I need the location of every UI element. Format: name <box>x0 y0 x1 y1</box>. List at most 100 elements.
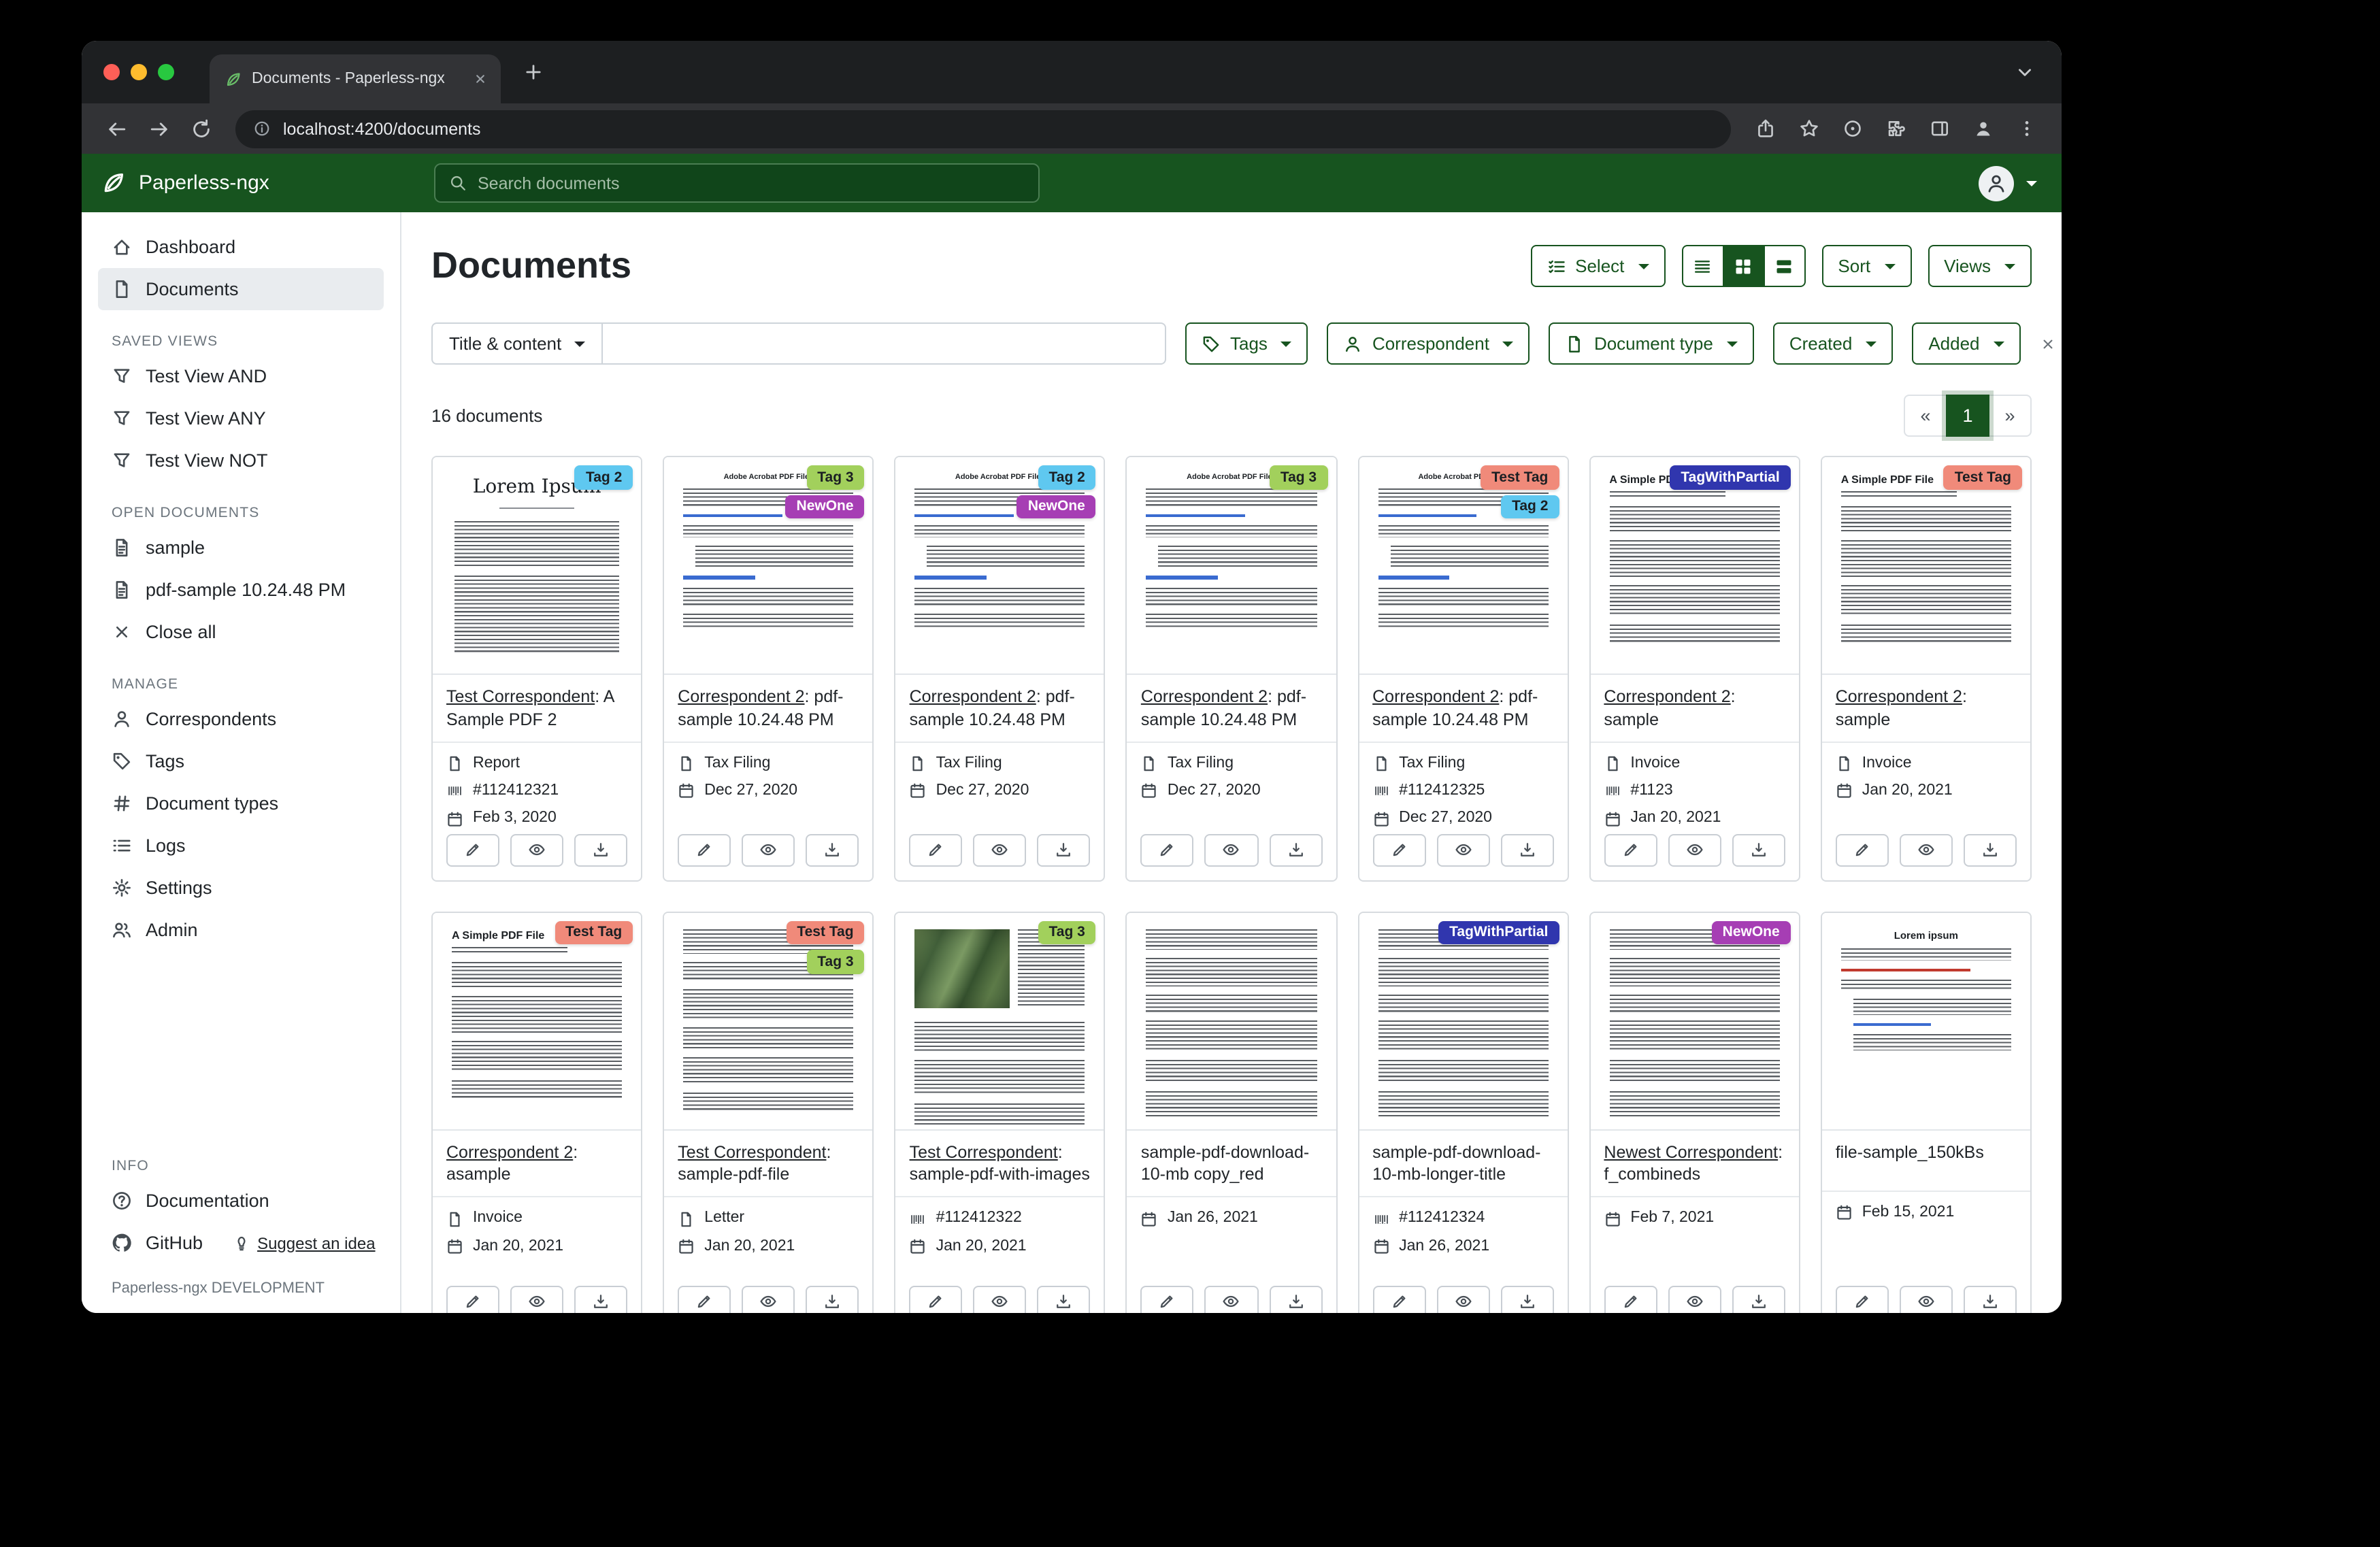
edit-document-button[interactable] <box>1141 1285 1194 1313</box>
document-card[interactable]: A Simple PDF FileTagWithPartialCorrespon… <box>1589 456 1800 881</box>
view-document-button[interactable] <box>974 1285 1027 1313</box>
filter-field-dropdown[interactable]: Title & content <box>431 322 602 365</box>
filter-tags-button[interactable]: Tags <box>1185 322 1308 365</box>
share-button[interactable] <box>1747 110 1784 147</box>
browser-tab[interactable]: Documents - Paperless-ngx <box>210 54 501 103</box>
document-thumbnail[interactable]: NewOne <box>1590 912 1798 1130</box>
correspondent-link[interactable]: Correspondent 2 <box>1372 687 1499 706</box>
document-card[interactable]: Adobe Acrobat PDF FilesTag 3Corresponden… <box>1126 456 1337 881</box>
tag-badge[interactable]: NewOne <box>1712 920 1791 944</box>
tag-badge[interactable]: TagWithPartial <box>1670 465 1790 489</box>
correspondent-link[interactable]: Correspondent 2 <box>1836 687 1962 706</box>
sidebar-item-correspondents[interactable]: Correspondents <box>98 698 384 740</box>
sidebar-item-tags[interactable]: Tags <box>98 740 384 782</box>
global-search[interactable] <box>434 163 1040 203</box>
download-document-button[interactable] <box>1732 1285 1785 1313</box>
sidebar-item-sample[interactable]: sample <box>98 527 384 569</box>
sidebar-item-logs[interactable]: Logs <box>98 825 384 867</box>
close-window-button[interactable] <box>103 64 120 80</box>
document-thumbnail[interactable]: Adobe Acrobat PDF FilesTag 3 <box>1127 457 1336 675</box>
tag-badge[interactable]: Tag 3 <box>806 950 864 974</box>
view-document-button[interactable] <box>742 833 795 866</box>
sidebar-item-document-types[interactable]: Document types <box>98 782 384 825</box>
tag-badge[interactable]: Tag 3 <box>1038 920 1096 944</box>
view-document-button[interactable] <box>1436 833 1489 866</box>
sidebar-item-test-view-not[interactable]: Test View NOT <box>98 439 384 482</box>
tag-badge[interactable]: Tag 2 <box>575 465 633 489</box>
sidebar-item-dashboard[interactable]: Dashboard <box>98 226 384 268</box>
edit-document-button[interactable] <box>678 833 731 866</box>
document-card[interactable]: Lorem ipsumfile-sample_150kBsFeb 15, 202… <box>1821 911 2032 1313</box>
download-document-button[interactable] <box>1038 833 1091 866</box>
filter-document-type-button[interactable]: Document type <box>1549 322 1754 365</box>
view-document-button[interactable] <box>510 833 563 866</box>
download-document-button[interactable] <box>1269 833 1322 866</box>
app-brand[interactable]: Paperless-ngx <box>82 170 401 196</box>
view-document-button[interactable] <box>1668 1285 1721 1313</box>
search-input[interactable] <box>478 173 1025 193</box>
tab-search-button[interactable] <box>2006 54 2043 90</box>
document-thumbnail[interactable]: Lorem ipsum <box>1822 912 2030 1130</box>
document-card[interactable]: TagWithPartialsample-pdf-download-10-mb-… <box>1357 911 1568 1313</box>
side-panel-button[interactable] <box>1921 110 1958 147</box>
document-thumbnail[interactable]: Tag 3 <box>896 912 1104 1130</box>
document-thumbnail[interactable]: Lorem IpsumTag 2 <box>433 457 641 675</box>
view-mode-list-button[interactable] <box>1681 245 1723 287</box>
profile-button[interactable] <box>1965 110 2002 147</box>
document-thumbnail[interactable]: Adobe Acrobat PDF FilesTest TagTag 2 <box>1359 457 1567 675</box>
tag-badge[interactable]: TagWithPartial <box>1438 920 1559 944</box>
back-button[interactable] <box>98 110 135 147</box>
document-thumbnail[interactable]: A Simple PDF FileTest Tag <box>1822 457 2030 675</box>
document-thumbnail[interactable]: Test Tag Tag 3 <box>664 912 872 1130</box>
filter-correspondent-button[interactable]: Correspondent <box>1327 322 1530 365</box>
document-thumbnail[interactable]: Adobe Acrobat PDF FilesTag 3NewOne <box>664 457 872 675</box>
filter-created-button[interactable]: Created <box>1773 322 1894 365</box>
site-info-icon[interactable] <box>253 120 271 137</box>
view-document-button[interactable] <box>974 833 1027 866</box>
sidebar-item-github[interactable]: GitHubSuggest an idea <box>98 1222 384 1264</box>
correspondent-link[interactable]: Correspondent 2 <box>446 1142 573 1161</box>
tag-badge[interactable]: Test Tag <box>1944 465 2022 489</box>
download-document-button[interactable] <box>806 1285 859 1313</box>
view-document-button[interactable] <box>1205 1285 1258 1313</box>
edit-document-button[interactable] <box>1372 833 1425 866</box>
menu-button[interactable] <box>2009 110 2045 147</box>
address-bar[interactable]: localhost:4200/documents <box>235 110 1731 148</box>
suggest-an-idea-link[interactable]: Suggest an idea <box>233 1233 376 1252</box>
document-card[interactable]: sample-pdf-download-10-mb copy_redJan 26… <box>1126 911 1337 1313</box>
download-document-button[interactable] <box>1732 833 1785 866</box>
document-card[interactable]: Tag 3Test Correspondent: sample-pdf-with… <box>895 911 1106 1313</box>
tag-badge[interactable]: NewOne <box>786 495 865 518</box>
forward-button[interactable] <box>140 110 177 147</box>
view-mode-detail-button[interactable] <box>1763 245 1805 287</box>
select-button[interactable]: Select <box>1530 245 1665 287</box>
tag-badge[interactable]: Tag 3 <box>1270 465 1327 489</box>
correspondent-link[interactable]: Test Correspondent <box>678 1142 826 1161</box>
extension-button[interactable] <box>1834 110 1871 147</box>
view-document-button[interactable] <box>1205 833 1258 866</box>
document-title-link[interactable]: file-sample_150kBs <box>1836 1142 1984 1161</box>
edit-document-button[interactable] <box>910 833 963 866</box>
view-document-button[interactable] <box>510 1285 563 1313</box>
pagination-prev-button[interactable]: « <box>1904 395 1947 437</box>
download-document-button[interactable] <box>1964 1285 2017 1313</box>
view-document-button[interactable] <box>1668 833 1721 866</box>
correspondent-link[interactable]: Test Correspondent <box>446 687 595 706</box>
tag-badge[interactable]: Tag 3 <box>806 465 864 489</box>
tag-badge[interactable]: Test Tag <box>1481 465 1559 489</box>
new-tab-button[interactable] <box>514 54 551 90</box>
tag-badge[interactable]: Tag 2 <box>1038 465 1096 489</box>
correspondent-link[interactable]: Test Correspondent <box>910 1142 1058 1161</box>
correspondent-link[interactable]: Newest Correspondent <box>1604 1142 1778 1161</box>
tag-badge[interactable]: Test Tag <box>555 920 633 944</box>
star-button[interactable] <box>1791 110 1828 147</box>
view-document-button[interactable] <box>1900 833 1953 866</box>
puzzle-button[interactable] <box>1878 110 1915 147</box>
edit-document-button[interactable] <box>1372 1285 1425 1313</box>
document-title-link[interactable]: sample-pdf-download-10-mb copy_red <box>1141 1142 1309 1184</box>
correspondent-link[interactable]: Correspondent 2 <box>910 687 1036 706</box>
reload-button[interactable] <box>182 110 219 147</box>
pagination-page-1-button[interactable]: 1 <box>1946 395 1989 437</box>
tag-badge[interactable]: Test Tag <box>786 920 864 944</box>
edit-document-button[interactable] <box>446 833 499 866</box>
